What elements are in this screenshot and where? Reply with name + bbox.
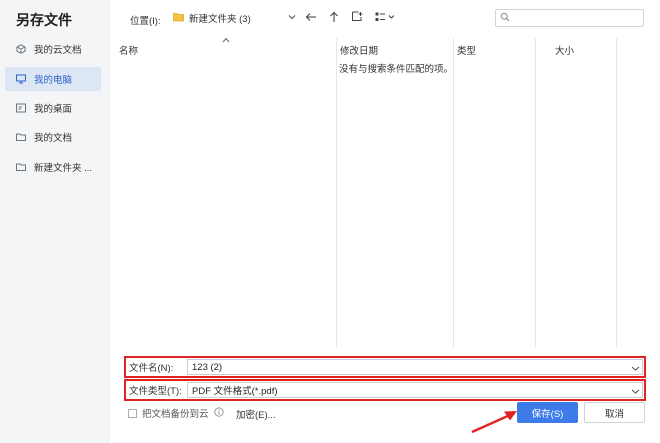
chevron-down-icon[interactable] — [631, 387, 640, 398]
sidebar-item-label: 我的桌面 — [34, 104, 73, 115]
back-arrow-icon — [305, 12, 317, 25]
new-folder-icon — [352, 11, 364, 25]
column-divider — [453, 38, 454, 348]
column-divider — [535, 38, 536, 348]
column-divider — [336, 38, 337, 348]
sidebar-item-label: 我的电脑 — [34, 75, 73, 86]
filename-value: 123 (2) — [192, 361, 223, 373]
column-header-type[interactable]: 类型 — [457, 43, 476, 57]
folder-icon — [173, 12, 184, 25]
cloud-doc-icon — [16, 44, 26, 54]
folder-icon — [16, 132, 26, 142]
encrypt-link[interactable]: 加密(E)... — [236, 407, 276, 421]
filename-row: 文件名(N): 123 (2) — [124, 356, 646, 378]
info-icon[interactable] — [213, 406, 224, 420]
filetype-row: 文件类型(T): PDF 文件格式(*.pdf) — [124, 379, 646, 401]
sidebar-item-label: 我的文档 — [34, 133, 73, 144]
filename-label: 文件名(N): — [129, 363, 174, 374]
search-input[interactable] — [495, 9, 644, 27]
pointer-arrow-annotation — [470, 408, 520, 437]
search-icon — [500, 12, 510, 25]
location-value: 新建文件夹 (3) — [189, 14, 251, 25]
location-label: 位置(I): — [130, 16, 161, 27]
chevron-down-icon — [287, 12, 297, 25]
new-folder-button[interactable] — [349, 8, 367, 28]
sidebar: 另存文件 我的云文档 我的电脑 我的桌面 我的文档 新建文件夹 ... — [0, 0, 110, 443]
filetype-select[interactable]: PDF 文件格式(*.pdf) — [187, 382, 643, 398]
column-header-size[interactable]: 大小 — [555, 43, 574, 57]
sidebar-item-new-folder[interactable]: 新建文件夹 ... — [5, 155, 101, 179]
view-mode-button[interactable] — [374, 8, 398, 28]
sidebar-item-label: 我的云文档 — [34, 45, 82, 56]
sidebar-item-label: 新建文件夹 ... — [34, 163, 93, 174]
monitor-icon — [16, 74, 26, 84]
column-divider — [616, 38, 617, 348]
filetype-value: PDF 文件格式(*.pdf) — [192, 386, 278, 397]
location-dropdown[interactable]: 新建文件夹 (3) — [167, 8, 300, 28]
column-header-name[interactable]: 名称 — [119, 43, 138, 57]
view-mode-icon — [375, 12, 397, 25]
desktop-icon — [16, 103, 26, 113]
chevron-down-icon[interactable] — [631, 364, 640, 375]
backup-label: 把文档备份到云 — [142, 409, 209, 420]
filename-input[interactable]: 123 (2) — [187, 359, 643, 375]
backup-to-cloud-option[interactable]: 把文档备份到云 — [128, 406, 224, 420]
filetype-label: 文件类型(T): — [129, 386, 182, 397]
sidebar-item-my-computer[interactable]: 我的电脑 — [5, 67, 101, 91]
sidebar-item-my-documents[interactable]: 我的文档 — [5, 125, 101, 149]
sort-ascending-icon — [222, 35, 230, 46]
folder-icon — [16, 162, 26, 172]
up-folder-button[interactable] — [325, 8, 343, 28]
cancel-button[interactable]: 取消 — [584, 402, 645, 423]
column-header-modified[interactable]: 修改日期 — [340, 43, 378, 57]
save-button[interactable]: 保存(S) — [517, 402, 578, 423]
sidebar-item-my-desktop[interactable]: 我的桌面 — [5, 96, 101, 120]
back-button[interactable] — [302, 8, 320, 28]
dialog-title: 另存文件 — [16, 12, 72, 28]
sidebar-item-cloud-docs[interactable]: 我的云文档 — [5, 37, 101, 61]
backup-checkbox[interactable] — [128, 408, 137, 418]
empty-results-message: 没有与搜索条件匹配的项。 — [339, 64, 454, 75]
up-arrow-icon — [329, 11, 339, 26]
